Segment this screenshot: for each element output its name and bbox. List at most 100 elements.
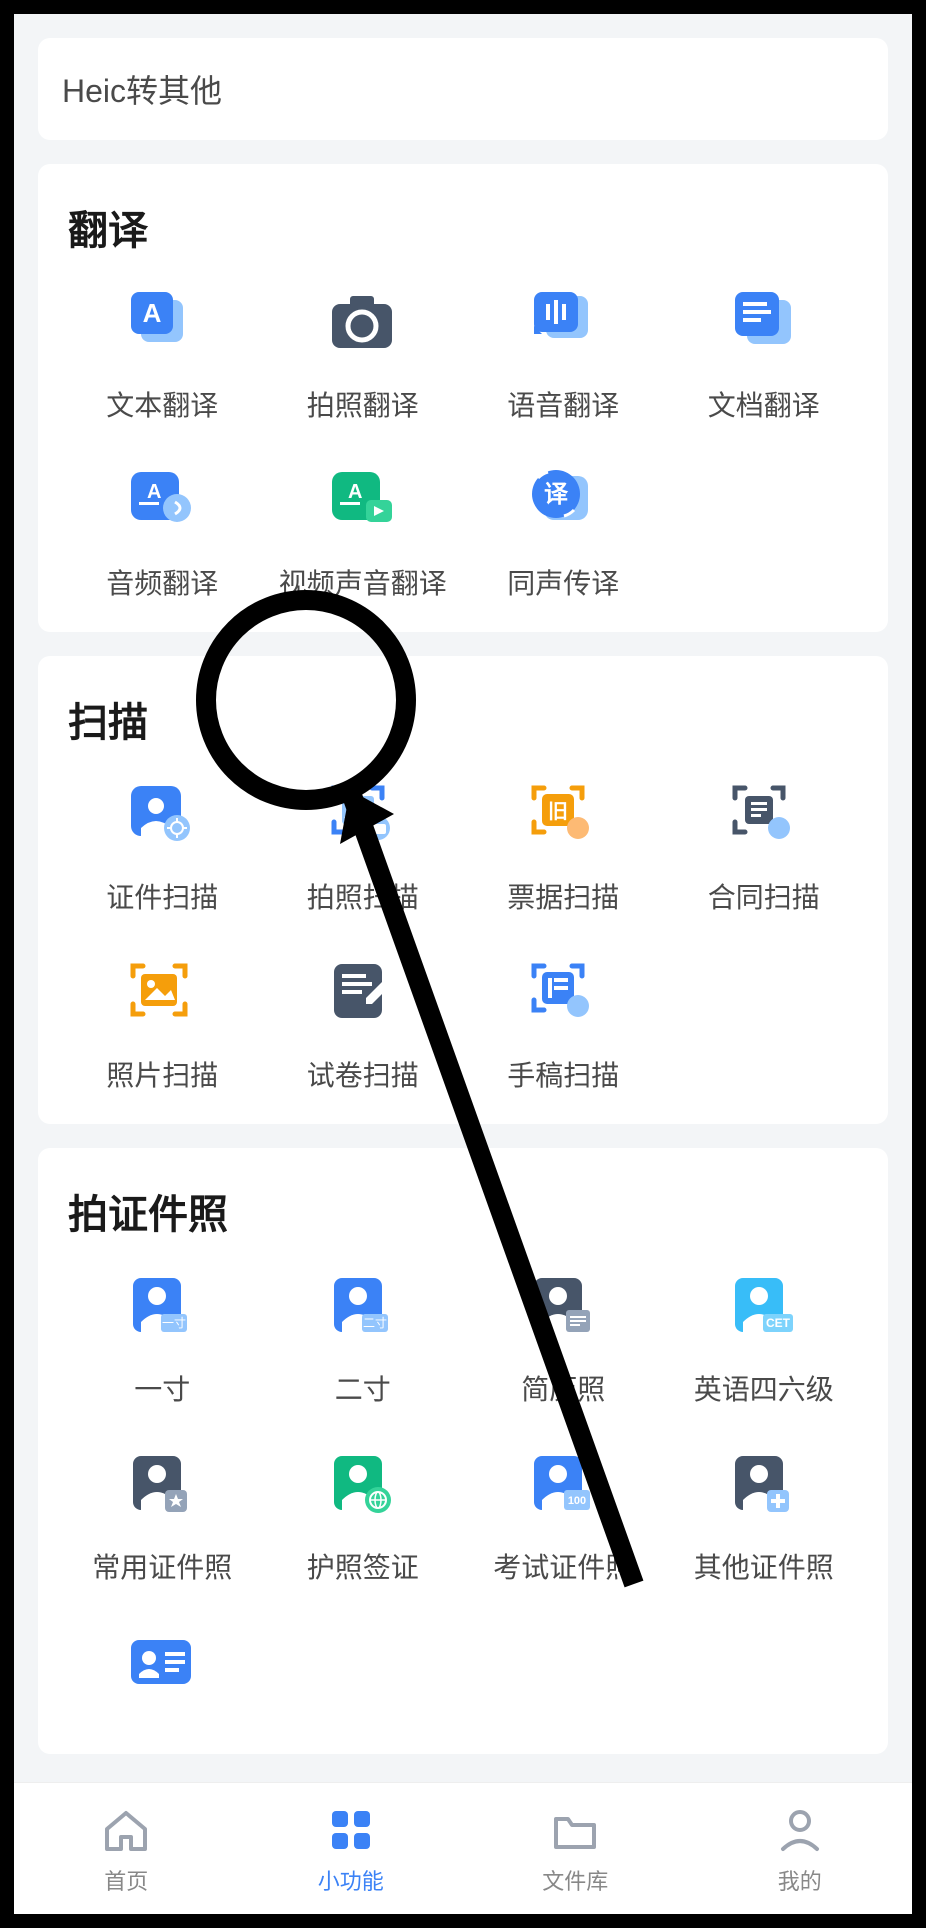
id-plus-icon — [725, 1448, 803, 1526]
tab-label: 我的 — [778, 1864, 822, 1896]
feature-id-plus[interactable]: 其他证件照 — [664, 1448, 865, 1586]
svg-text:译: 译 — [544, 481, 569, 508]
feature-label: 拍照翻译 — [307, 384, 419, 424]
doc-lines-icon — [725, 286, 803, 364]
receipt-icon: 旧 — [524, 778, 602, 856]
tab-person[interactable]: 我的 — [688, 1783, 913, 1914]
tab-label: 首页 — [104, 1864, 148, 1896]
feature-interpret[interactable]: 译同声传译 — [463, 464, 664, 602]
section-1: 扫描证件扫描拍照扫描旧票据扫描合同扫描照片扫描试卷扫描手稿扫描 — [38, 656, 888, 1124]
feature-video[interactable]: A 视频声音翻译 — [263, 464, 464, 602]
photo-icon — [123, 956, 201, 1034]
heic-convert-item[interactable]: Heic转其他 — [38, 38, 888, 140]
feature-label: 英语四六级 — [694, 1368, 834, 1408]
exam-icon — [324, 956, 402, 1034]
feature-exam[interactable]: 试卷扫描 — [263, 956, 464, 1094]
camera-icon — [324, 286, 402, 364]
feature-label: 二寸 — [335, 1368, 391, 1408]
svg-text:一寸: 一寸 — [162, 1316, 186, 1330]
section-title: 扫描 — [62, 690, 864, 748]
interpret-icon: 译 — [524, 464, 602, 542]
feature-label: 票据扫描 — [507, 876, 619, 916]
section-title: 拍证件照 — [62, 1182, 864, 1240]
id-1-icon: 一寸 — [123, 1270, 201, 1348]
cet-icon: CET — [725, 1270, 803, 1348]
app-screen: Heic转其他 翻译A文本翻译拍照翻译语音翻译文档翻译A音频翻译A视频声音翻译译… — [14, 14, 912, 1914]
feature-camera[interactable]: 拍照翻译 — [263, 286, 464, 424]
svg-text:二寸: 二寸 — [363, 1316, 387, 1330]
feature-label: 试卷扫描 — [307, 1054, 419, 1094]
feature-label: 手稿扫描 — [507, 1054, 619, 1094]
feature-id-star[interactable]: 常用证件照 — [62, 1448, 263, 1586]
feature-label: 照片扫描 — [106, 1054, 218, 1094]
contract-icon — [725, 778, 803, 856]
id-star-icon — [123, 1448, 201, 1526]
tab-label: 文件库 — [542, 1864, 608, 1896]
feature-grid: 证件扫描拍照扫描旧票据扫描合同扫描照片扫描试卷扫描手稿扫描 — [62, 778, 864, 1094]
folder-icon — [547, 1802, 603, 1858]
feature-label: 其他证件照 — [694, 1546, 834, 1586]
feature-label: 文本翻译 — [106, 384, 218, 424]
feature-grid: 一寸一寸二寸二寸简历照CET英语四六级常用证件照护照签证100考试证件照其他证件… — [62, 1270, 864, 1724]
svg-text:CET: CET — [766, 1316, 791, 1330]
grid-icon — [323, 1802, 379, 1858]
feature-label: 护照签证 — [307, 1546, 419, 1586]
feature-cet[interactable]: CET 英语四六级 — [664, 1270, 865, 1408]
section-0: 翻译 A 文本翻译 拍照翻译 语音翻译 文档翻译 A 音频翻译 A 视频声音翻译译同声传译 — [38, 164, 888, 632]
feature-label: 视频声音翻译 — [279, 562, 447, 602]
heic-label: Heic转其他 — [62, 73, 222, 109]
manuscript-icon — [524, 956, 602, 1034]
svg-text:A: A — [143, 298, 162, 328]
feature-label: 拍照扫描 — [307, 876, 419, 916]
passport-icon — [324, 1448, 402, 1526]
section-2: 拍证件照一寸一寸二寸二寸简历照CET英语四六级常用证件照护照签证100考试证件照… — [38, 1148, 888, 1754]
feature-passport[interactable]: 护照签证 — [263, 1448, 464, 1586]
feature-id-exam[interactable]: 100 考试证件照 — [463, 1448, 664, 1586]
feature-label: 常用证件照 — [92, 1546, 232, 1586]
id-exam-icon: 100 — [524, 1448, 602, 1526]
feature-resume[interactable]: 简历照 — [463, 1270, 664, 1408]
svg-text:A: A — [147, 481, 161, 503]
feature-id-card[interactable] — [62, 1626, 263, 1724]
feature-doc-lines[interactable]: 文档翻译 — [664, 286, 865, 424]
section-title: 翻译 — [62, 198, 864, 256]
bottom-tabbar: 首页 小功能 文件库 我的 — [14, 1782, 912, 1914]
id-gear-icon — [123, 778, 201, 856]
tab-label: 小功能 — [318, 1864, 384, 1896]
feature-label: 音频翻译 — [106, 562, 218, 602]
id-card-icon — [123, 1626, 201, 1704]
video-icon: A — [324, 464, 402, 542]
feature-id-1[interactable]: 一寸一寸 — [62, 1270, 263, 1408]
feature-label: 文档翻译 — [708, 384, 820, 424]
feature-label: 合同扫描 — [708, 876, 820, 916]
photo-scan-icon — [324, 778, 402, 856]
id-2-icon: 二寸 — [324, 1270, 402, 1348]
feature-text-a[interactable]: A 文本翻译 — [62, 286, 263, 424]
svg-text:100: 100 — [568, 1495, 586, 1507]
tab-home[interactable]: 首页 — [14, 1783, 239, 1914]
svg-text:旧: 旧 — [548, 800, 568, 823]
resume-icon — [524, 1270, 602, 1348]
svg-text:A: A — [348, 481, 362, 503]
feature-manuscript[interactable]: 手稿扫描 — [463, 956, 664, 1094]
voice-icon — [524, 286, 602, 364]
feature-id-gear[interactable]: 证件扫描 — [62, 778, 263, 916]
home-icon — [98, 1802, 154, 1858]
feature-contract[interactable]: 合同扫描 — [664, 778, 865, 916]
feature-label: 语音翻译 — [507, 384, 619, 424]
feature-photo[interactable]: 照片扫描 — [62, 956, 263, 1094]
feature-label: 考试证件照 — [493, 1546, 633, 1586]
feature-receipt[interactable]: 旧票据扫描 — [463, 778, 664, 916]
feature-photo-scan[interactable]: 拍照扫描 — [263, 778, 464, 916]
tab-folder[interactable]: 文件库 — [463, 1783, 688, 1914]
audio-icon: A — [123, 464, 201, 542]
feature-audio[interactable]: A 音频翻译 — [62, 464, 263, 602]
text-a-icon: A — [123, 286, 201, 364]
feature-label: 简历照 — [521, 1368, 605, 1408]
feature-grid: A 文本翻译 拍照翻译 语音翻译 文档翻译 A 音频翻译 A 视频声音翻译译同声传译 — [62, 286, 864, 602]
feature-voice[interactable]: 语音翻译 — [463, 286, 664, 424]
tab-grid[interactable]: 小功能 — [239, 1783, 464, 1914]
feature-id-2[interactable]: 二寸二寸 — [263, 1270, 464, 1408]
feature-label: 一寸 — [134, 1368, 190, 1408]
feature-label: 证件扫描 — [106, 876, 218, 916]
